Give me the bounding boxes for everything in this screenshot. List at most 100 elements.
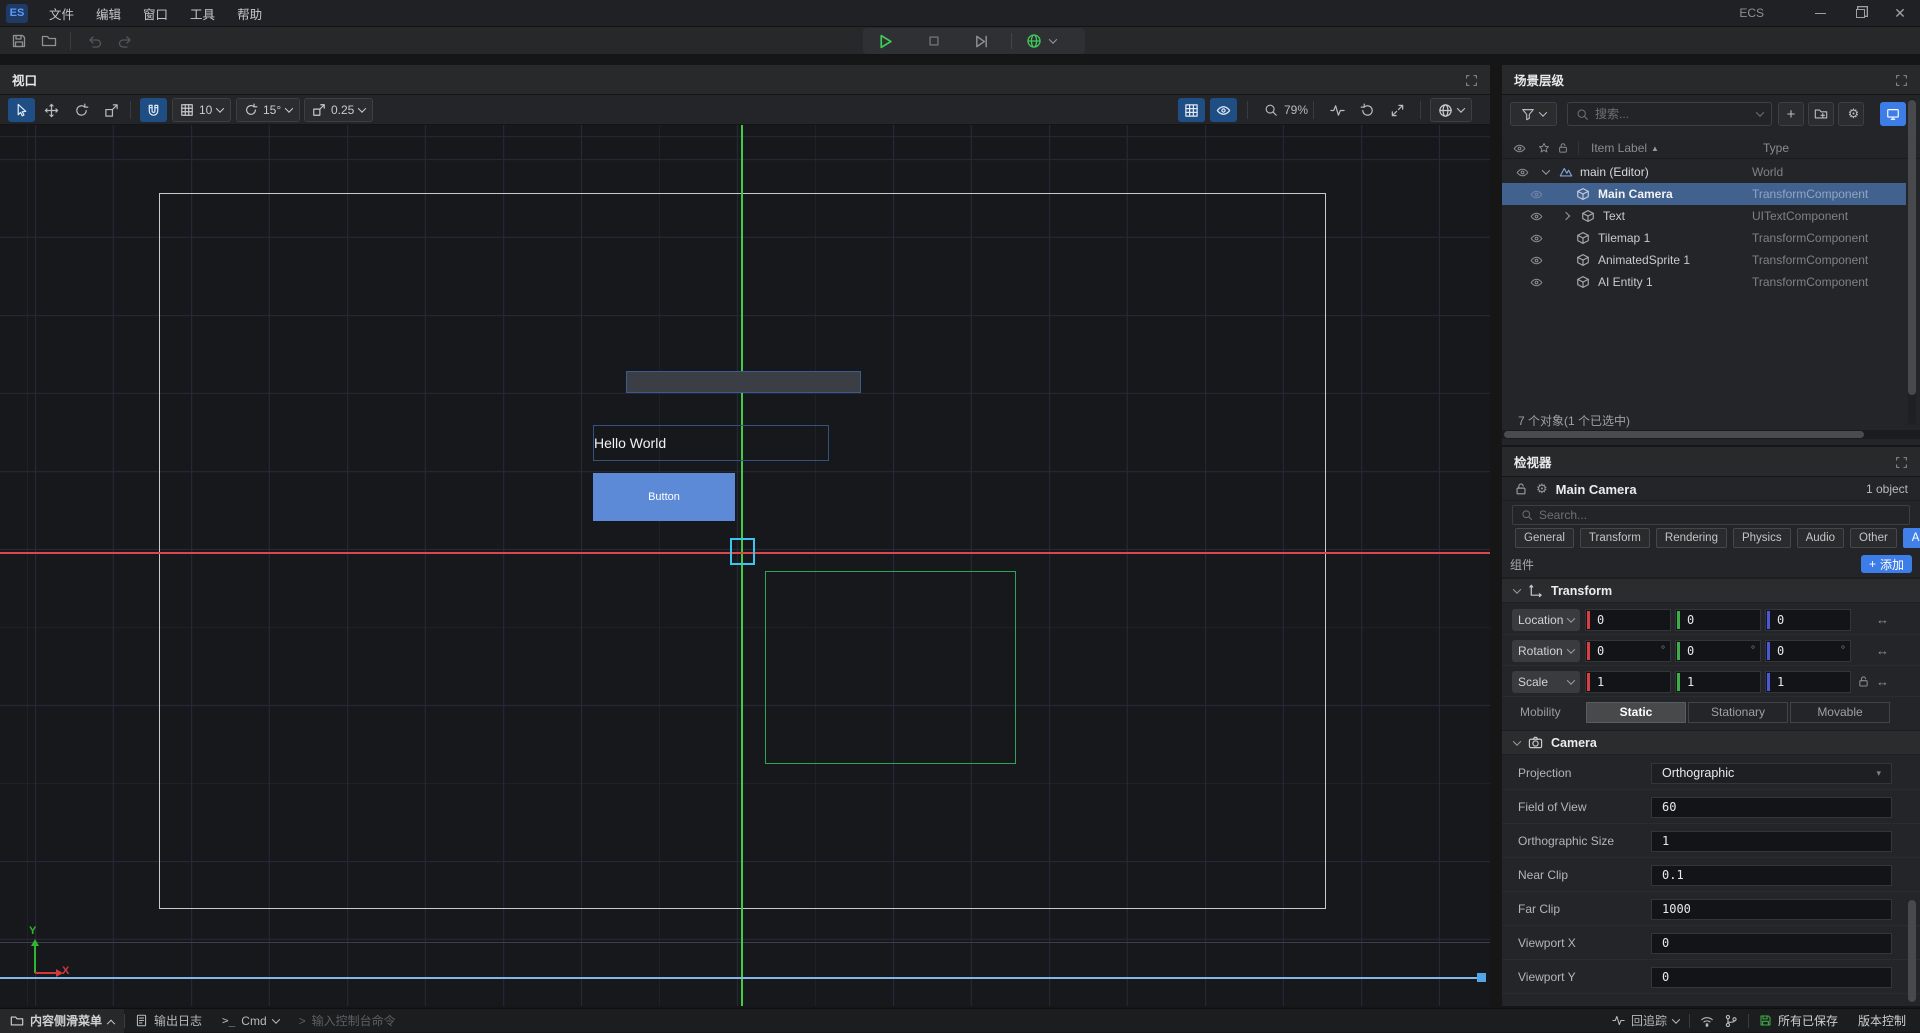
chevron-down-icon[interactable] — [1049, 35, 1057, 43]
chevron-down-icon[interactable] — [1542, 166, 1550, 174]
redo-icon[interactable] — [116, 32, 134, 50]
console-command-input[interactable]: > 输入控制台命令 — [289, 1009, 406, 1033]
content-drawer-button[interactable]: 内容侧滑菜单 — [0, 1009, 124, 1033]
menu-window[interactable]: 窗口 — [132, 0, 179, 27]
scale-dropdown[interactable]: Scale — [1512, 671, 1580, 693]
link-axes-icon[interactable]: ↔ — [1876, 643, 1889, 658]
scale-y-input[interactable]: 1 — [1675, 671, 1761, 693]
location-dropdown[interactable]: Location — [1512, 609, 1580, 631]
lock-icon[interactable] — [1514, 482, 1528, 496]
undo-icon[interactable] — [86, 32, 104, 50]
step-icon[interactable] — [974, 33, 989, 48]
minimize-button[interactable] — [1800, 0, 1840, 27]
globe-icon[interactable] — [1026, 33, 1042, 49]
move-tool-button[interactable] — [38, 98, 65, 122]
gear-icon[interactable]: ⚙ — [1536, 481, 1548, 497]
stats-toggle-button[interactable] — [1324, 98, 1351, 122]
visibility-eye-icon[interactable] — [1530, 254, 1543, 267]
rotate-snap-dropdown[interactable]: 15° — [236, 98, 300, 122]
sort-asc-icon[interactable]: ▲ — [1651, 144, 1659, 153]
tree-row-ai-entity[interactable]: AI Entity 1 TransformComponent — [1502, 271, 1906, 293]
network-status[interactable] — [1690, 1009, 1724, 1033]
cmd-dropdown[interactable]: >_ Cmd — [212, 1009, 289, 1033]
near-clip-input[interactable]: 0.1 — [1651, 865, 1892, 886]
expand-panel-icon[interactable] — [1465, 72, 1478, 86]
hierarchy-settings-button[interactable]: ⚙ — [1838, 102, 1864, 126]
tree-row-animatedsprite[interactable]: AnimatedSprite 1 TransformComponent — [1502, 249, 1906, 271]
maximize-button[interactable] — [1840, 0, 1880, 27]
select-tool-button[interactable] — [8, 98, 35, 122]
viewport-y-input[interactable]: 0 — [1651, 967, 1892, 988]
rotation-dropdown[interactable]: Rotation — [1512, 640, 1580, 662]
location-y-input[interactable]: 0 — [1675, 609, 1761, 631]
snap-toggle-button[interactable] — [140, 98, 167, 122]
reset-view-button[interactable] — [1354, 98, 1381, 122]
rotation-z-input[interactable]: 0° — [1765, 640, 1851, 662]
text-widget[interactable]: Hello World — [593, 425, 829, 461]
field-of-view-input[interactable]: 60 — [1651, 797, 1892, 818]
stop-icon[interactable] — [927, 34, 941, 49]
orthographic-size-input[interactable]: 1 — [1651, 831, 1892, 852]
star-column-icon[interactable] — [1538, 142, 1550, 154]
trace-dropdown[interactable]: 回追踪 — [1602, 1009, 1689, 1033]
add-component-button[interactable]: + 添加 — [1861, 555, 1912, 573]
menu-help[interactable]: 帮助 — [226, 0, 273, 27]
menu-file[interactable]: 文件 — [38, 0, 85, 27]
menu-tools[interactable]: 工具 — [179, 0, 226, 27]
preview-monitor-button[interactable] — [1880, 102, 1906, 126]
grid-snap-dropdown[interactable]: 10 — [172, 98, 231, 122]
expand-panel-icon[interactable] — [1895, 72, 1908, 86]
button-widget[interactable]: Button — [593, 473, 735, 521]
tab-physics[interactable]: Physics — [1733, 528, 1791, 548]
transform-section-header[interactable]: Transform — [1502, 578, 1920, 603]
projection-dropdown[interactable]: Orthographic▾ — [1651, 763, 1892, 784]
item-label-column[interactable]: Item Label — [1591, 141, 1647, 155]
gizmo-visibility-toggle[interactable] — [1210, 98, 1237, 122]
tab-other[interactable]: Other — [1850, 528, 1897, 548]
rotate-tool-button[interactable] — [68, 98, 95, 122]
mobility-static-button[interactable]: Static — [1586, 702, 1686, 723]
add-entity-button[interactable]: + — [1778, 102, 1804, 126]
location-z-input[interactable]: 0 — [1765, 609, 1851, 631]
location-x-input[interactable]: 0 — [1585, 609, 1671, 631]
mobility-stationary-button[interactable]: Stationary — [1688, 702, 1788, 723]
chevron-down-icon[interactable] — [1513, 585, 1521, 593]
new-folder-button[interactable] — [1808, 102, 1834, 126]
panel-widget[interactable] — [626, 371, 861, 393]
scrollbar-thumb[interactable] — [1908, 900, 1916, 1002]
menu-edit[interactable]: 编辑 — [85, 0, 132, 27]
scrollbar-thumb[interactable] — [1908, 100, 1916, 395]
close-button[interactable]: ✕ — [1880, 0, 1920, 27]
tree-row-text[interactable]: Text UITextComponent — [1502, 205, 1906, 227]
scale-z-input[interactable]: 1 — [1765, 671, 1851, 693]
mobility-movable-button[interactable]: Movable — [1790, 702, 1890, 723]
chevron-right-icon[interactable] — [1562, 212, 1570, 220]
version-control-button[interactable]: 版本控制 — [1848, 1009, 1920, 1033]
expand-panel-icon[interactable] — [1895, 454, 1908, 468]
selection-handle[interactable] — [730, 538, 755, 565]
world-dropdown[interactable] — [1430, 98, 1472, 122]
inspector-search[interactable] — [1512, 505, 1910, 525]
link-axes-icon[interactable]: ↔ — [1876, 674, 1889, 689]
rotation-y-input[interactable]: 0° — [1675, 640, 1761, 662]
scrollbar-thumb[interactable] — [1504, 431, 1864, 438]
visibility-eye-icon[interactable] — [1530, 232, 1543, 245]
vertical-scrollbar[interactable] — [1908, 98, 1916, 425]
filter-dropdown[interactable] — [1510, 102, 1557, 126]
far-clip-input[interactable]: 1000 — [1651, 899, 1892, 920]
scale-x-input[interactable]: 1 — [1585, 671, 1671, 693]
tree-row-main[interactable]: main (Editor) World — [1502, 161, 1906, 183]
tab-audio[interactable]: Audio — [1797, 528, 1844, 548]
play-icon[interactable] — [877, 33, 894, 50]
type-column[interactable]: Type — [1763, 141, 1789, 155]
visibility-eye-icon[interactable] — [1530, 188, 1543, 201]
source-control-button[interactable] — [1724, 1009, 1748, 1033]
viewport-x-input[interactable]: 0 — [1651, 933, 1892, 954]
eye-column-icon[interactable] — [1513, 142, 1526, 155]
link-axes-icon[interactable]: ↔ — [1876, 612, 1889, 627]
hierarchy-search-input[interactable] — [1595, 107, 1751, 121]
scene-canvas[interactable]: Hello World Button Y X — [0, 125, 1490, 1006]
grid-visibility-toggle[interactable] — [1178, 98, 1205, 122]
lock-column-icon[interactable] — [1557, 142, 1569, 154]
zoom-level-control[interactable]: 79% — [1258, 98, 1314, 122]
